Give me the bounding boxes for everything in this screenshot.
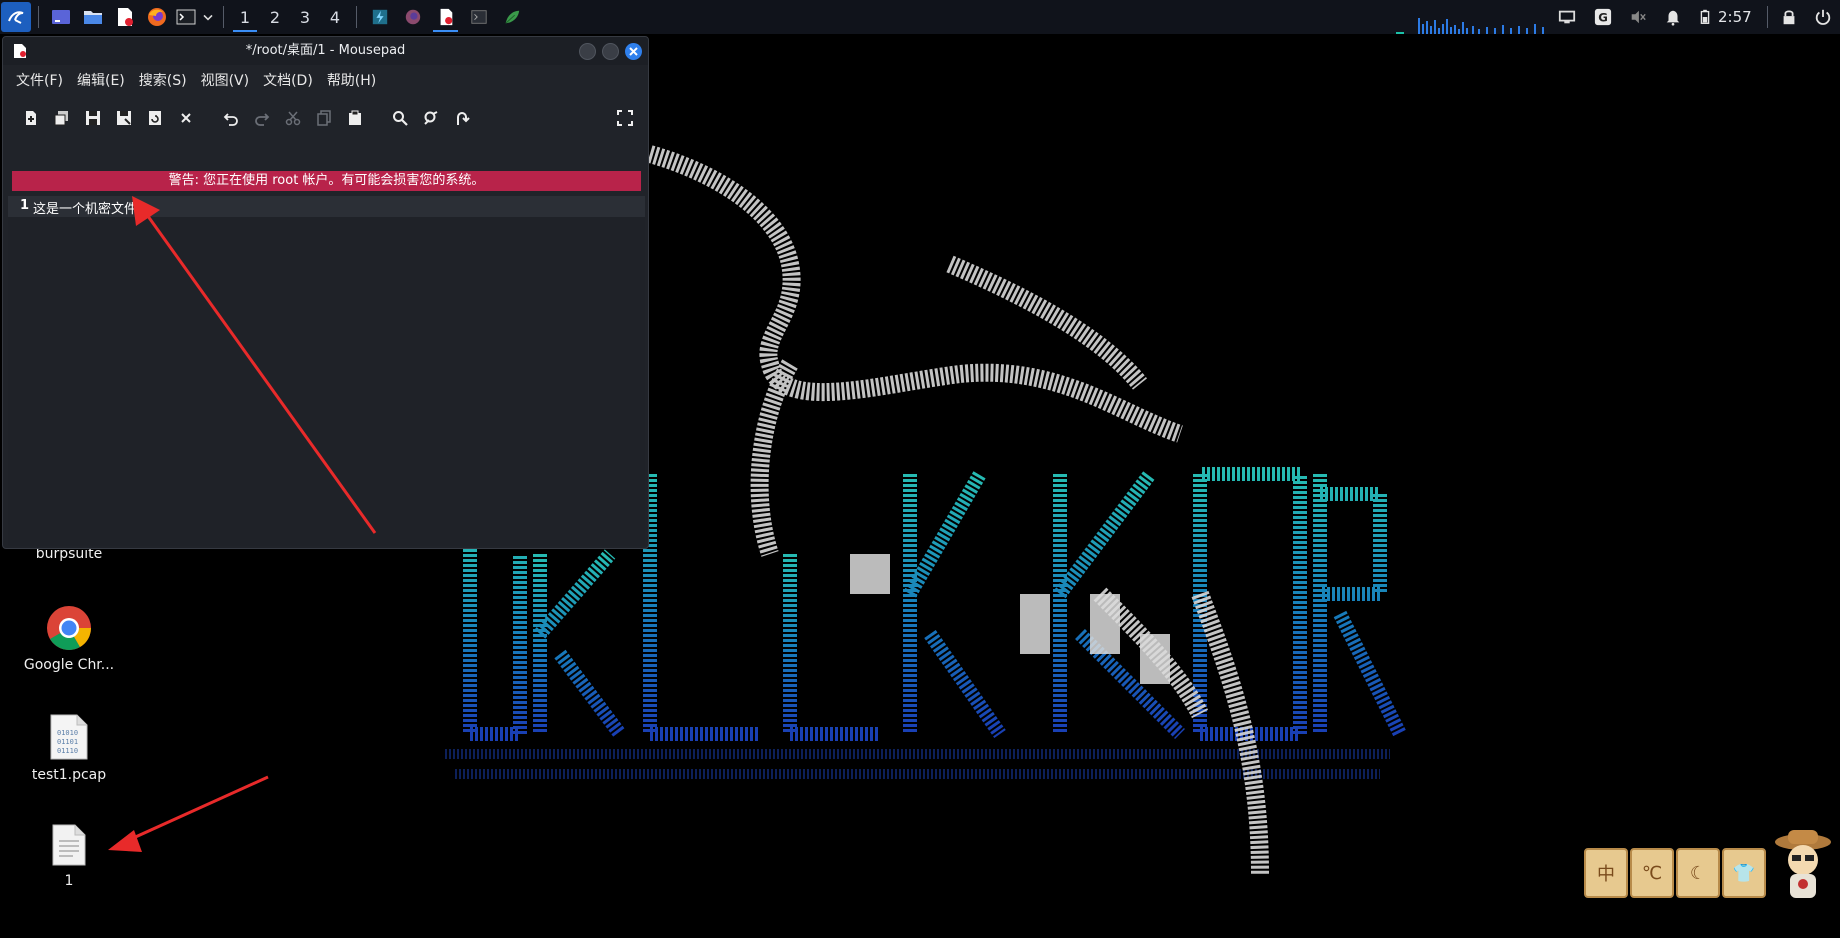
cowboy-mascot-icon[interactable]: [1772, 826, 1834, 902]
copy-icon: [316, 110, 331, 126]
svg-text:01101: 01101: [57, 738, 78, 746]
new-window-icon: [54, 111, 68, 126]
menu-search[interactable]: 搜索(S): [132, 70, 194, 90]
fullscreen-icon: [616, 110, 633, 126]
svg-text:01110: 01110: [57, 747, 78, 755]
terminal-icon[interactable]: [174, 2, 198, 32]
new-document-icon: [25, 111, 36, 125]
widget-scroll-shirt[interactable]: 👕: [1722, 848, 1766, 898]
chrome-icon: [47, 606, 91, 650]
svg-text:G: G: [1598, 11, 1608, 25]
save-as-button[interactable]: [108, 103, 139, 133]
top-panel: 1 2 3 4 G 2:57: [0, 0, 1840, 34]
panel-separator: [38, 6, 39, 28]
panel-separator: [223, 6, 224, 28]
bell-icon[interactable]: [1662, 0, 1684, 34]
widget-scroll-night[interactable]: ☾: [1676, 848, 1720, 898]
g-icon[interactable]: G: [1592, 0, 1614, 34]
cut-button[interactable]: [277, 103, 308, 133]
maximize-button[interactable]: [602, 43, 619, 60]
cut-icon: [285, 111, 300, 126]
find-replace-icon: [423, 111, 437, 125]
find-button[interactable]: [384, 103, 415, 133]
desktop-icon-test1-pcap[interactable]: 01010 01101 01110 test1.pcap: [9, 713, 129, 783]
mousepad-window: */root/桌面/1 - Mousepad 文件(F) 编辑(E) 搜索(S)…: [2, 36, 649, 549]
workspace-4[interactable]: 4: [320, 0, 350, 34]
mousepad-task-icon[interactable]: [429, 0, 462, 34]
widget-scroll-temperature[interactable]: ℃: [1630, 848, 1674, 898]
widget-scroll-chinese[interactable]: 中: [1584, 848, 1628, 898]
reload-document-icon: [148, 111, 161, 125]
paste-button[interactable]: [339, 103, 370, 133]
text-file-icon: [52, 824, 86, 866]
desktop-icon-file-1[interactable]: 1: [9, 823, 129, 889]
kali-menu-icon[interactable]: [1, 2, 31, 32]
close-button[interactable]: [625, 43, 642, 60]
mute-icon[interactable]: [1627, 0, 1649, 34]
undo-button[interactable]: [215, 103, 246, 133]
find-replace-button[interactable]: [415, 103, 446, 133]
svg-text:01010: 01010: [57, 729, 78, 737]
open-button[interactable]: [77, 103, 108, 133]
fullscreen-button[interactable]: [609, 103, 640, 133]
desktop-icon-label: Google Chr...: [23, 657, 115, 673]
close-icon: [629, 47, 638, 56]
menu-view[interactable]: 视图(V): [194, 70, 257, 90]
screen-icon[interactable]: [1556, 0, 1578, 34]
save-icon: [85, 111, 100, 125]
desktop-icon-label: 1: [64, 873, 74, 889]
redo-icon: [254, 113, 269, 126]
minimize-button[interactable]: [579, 43, 596, 60]
copy-button[interactable]: [308, 103, 339, 133]
editor-line-text[interactable]: 这是一个机密文件: [33, 198, 140, 217]
firefox-task-icon[interactable]: [396, 0, 429, 34]
panel-separator: [356, 6, 357, 28]
workspace-1[interactable]: 1: [230, 0, 260, 34]
paste-icon: [348, 110, 361, 125]
new-window-button[interactable]: [46, 103, 77, 133]
panel-clock[interactable]: 2:57: [1718, 0, 1752, 34]
network-graph: [1396, 18, 1544, 34]
line-content: 这是一个机密文件: [33, 202, 138, 217]
reload-button[interactable]: [139, 103, 170, 133]
undo-icon: [223, 113, 238, 126]
text-editor-area[interactable]: 1 这是一个机密文件: [8, 196, 645, 546]
new-document-button[interactable]: [15, 103, 46, 133]
desktop-icon[interactable]: [46, 2, 76, 32]
window-title: */root/桌面/1 - Mousepad: [245, 43, 406, 58]
search-icon: [392, 111, 408, 126]
chevron-down-icon[interactable]: [200, 2, 216, 32]
go-to-line-button[interactable]: [446, 103, 477, 133]
workspace-2[interactable]: 2: [260, 0, 290, 34]
leaf-task-icon[interactable]: [495, 0, 528, 34]
menu-edit[interactable]: 编辑(E): [70, 70, 132, 90]
redo-button[interactable]: [246, 103, 277, 133]
menu-bar: 文件(F) 编辑(E) 搜索(S) 视图(V) 文档(D) 帮助(H): [3, 65, 648, 95]
power-icon[interactable]: [1812, 0, 1834, 34]
burpsuite-task-icon[interactable]: [363, 0, 396, 34]
terminal-task-icon[interactable]: [462, 0, 495, 34]
battery-icon: [1694, 0, 1716, 34]
panel-separator: [1767, 6, 1768, 28]
menu-document[interactable]: 文档(D): [256, 70, 320, 90]
firefox-icon[interactable]: [142, 2, 172, 32]
files-icon[interactable]: [78, 2, 108, 32]
menu-help[interactable]: 帮助(H): [320, 70, 383, 90]
menu-file[interactable]: 文件(F): [9, 70, 70, 90]
binary-file-icon: 01010 01101 01110: [50, 714, 88, 760]
lock-icon[interactable]: [1778, 0, 1800, 34]
close-icon: [180, 113, 191, 123]
workspace-3[interactable]: 3: [290, 0, 320, 34]
line-number: 1: [20, 198, 30, 213]
root-warning-banner: 警告: 您正在使用 root 帐户。有可能会损害您的系统。: [12, 171, 641, 191]
desktop-icon-google-chrome[interactable]: Google Chr...: [9, 605, 129, 673]
text-caret: [138, 201, 140, 215]
save-as-icon: [116, 111, 131, 125]
text-editor-icon[interactable]: [110, 2, 140, 32]
window-titlebar[interactable]: */root/桌面/1 - Mousepad: [3, 37, 648, 65]
go-to-line-icon: [456, 112, 470, 125]
toolbar: [3, 95, 648, 141]
close-tab-button[interactable]: [170, 103, 201, 133]
desktop-icon-label: test1.pcap: [31, 767, 107, 783]
